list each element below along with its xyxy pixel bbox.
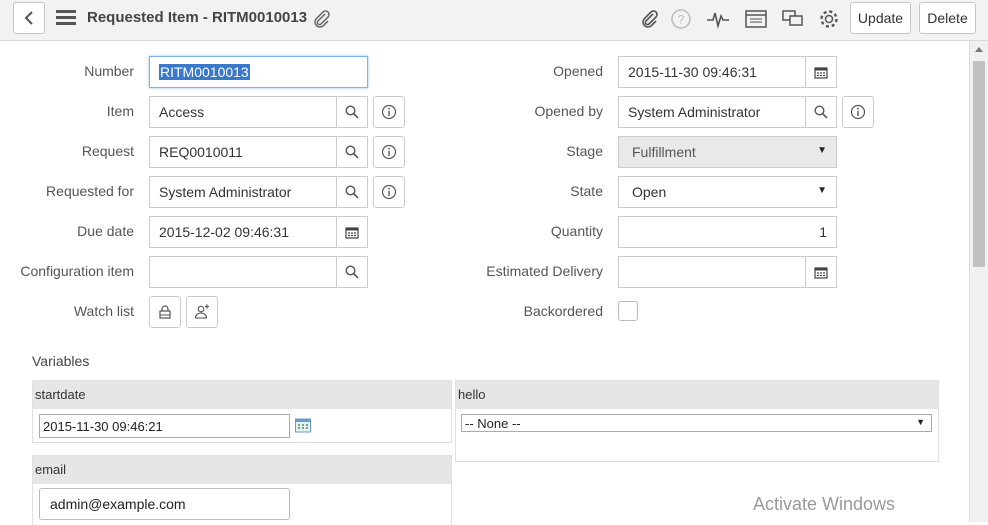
startdate-label: startdate <box>33 381 451 409</box>
state-select[interactable]: Open ▼ <box>618 176 837 208</box>
due-date-calendar-button[interactable] <box>336 216 368 248</box>
email-label: email <box>33 456 451 484</box>
dropdown-arrow-icon: ▼ <box>916 417 925 427</box>
estimated-delivery-calendar-button[interactable] <box>805 256 837 288</box>
request-lookup-button[interactable] <box>336 136 368 168</box>
backordered-label: Backordered <box>523 303 603 319</box>
search-icon <box>345 145 359 159</box>
requested-for-label: Requested for <box>46 183 134 199</box>
due-date-label: Due date <box>77 223 134 239</box>
opened-label: Opened <box>553 63 603 79</box>
gear-icon[interactable] <box>816 6 842 32</box>
paperclip-icon[interactable] <box>309 6 335 32</box>
activate-windows-watermark: Activate Windows <box>753 494 896 514</box>
opened-by-info-button[interactable] <box>842 96 874 128</box>
chevron-left-icon <box>24 11 33 25</box>
startdate-variable: startdate 2015-11-30 09:46:21 <box>32 380 452 443</box>
delete-button[interactable]: Delete <box>919 2 976 34</box>
search-icon <box>345 185 359 199</box>
request-field[interactable]: REQ0010011 <box>149 136 337 168</box>
info-icon <box>381 184 397 200</box>
due-date-field[interactable]: 2015-12-02 09:46:31 <box>149 216 337 248</box>
item-field[interactable]: Access <box>149 96 337 128</box>
request-info-button[interactable] <box>373 136 405 168</box>
opened-by-lookup-button[interactable] <box>805 96 837 128</box>
watch-list-add-me-button[interactable] <box>186 296 218 328</box>
request-label: Request <box>81 143 134 159</box>
calendar-icon <box>345 226 359 239</box>
hello-value: -- None -- <box>465 415 521 431</box>
help-icon[interactable]: ? <box>668 6 694 32</box>
startdate-input[interactable]: 2015-11-30 09:46:21 <box>39 414 290 438</box>
estimated-delivery-label: Estimated Delivery <box>486 263 603 279</box>
search-icon <box>345 105 359 119</box>
estimated-delivery-field[interactable] <box>618 256 806 288</box>
dropdown-arrow-icon: ▼ <box>817 185 827 196</box>
templates-icon[interactable] <box>743 6 769 32</box>
info-icon <box>381 144 397 160</box>
lock-icon <box>159 305 171 319</box>
requested-for-field[interactable]: System Administrator <box>149 176 337 208</box>
chat-icon[interactable] <box>780 6 806 32</box>
hello-label: hello <box>456 381 938 409</box>
number-field[interactable]: RITM0010013 <box>149 56 368 88</box>
hello-select[interactable]: -- None -- ▼ <box>461 414 932 432</box>
back-button[interactable] <box>13 2 45 34</box>
state-label: State <box>570 183 603 199</box>
requested-for-lookup-button[interactable] <box>336 176 368 208</box>
state-value: Open <box>632 184 667 200</box>
activity-icon[interactable] <box>705 6 731 32</box>
quantity-label: Quantity <box>550 223 603 239</box>
calendar-icon <box>814 266 828 279</box>
add-user-icon <box>194 304 209 319</box>
info-icon <box>850 104 866 120</box>
calendar-icon <box>814 66 828 79</box>
requested-for-info-button[interactable] <box>373 176 405 208</box>
opened-field[interactable]: 2015-11-30 09:46:31 <box>618 56 806 88</box>
item-lookup-button[interactable] <box>336 96 368 128</box>
configuration-item-label: Configuration item <box>20 263 134 279</box>
email-input[interactable]: admin@example.com <box>39 488 290 520</box>
scrollbar-thumb[interactable] <box>973 61 985 267</box>
watch-list-label: Watch list <box>73 303 134 319</box>
scroll-up-arrow-icon[interactable] <box>975 47 983 52</box>
attachment-icon[interactable] <box>637 6 663 32</box>
search-icon <box>814 105 828 119</box>
item-label: Item <box>106 103 134 119</box>
dropdown-arrow-icon: ▼ <box>817 145 827 156</box>
stage-label: Stage <box>566 143 603 159</box>
watch-list-lock-button[interactable] <box>149 296 181 328</box>
number-label: Number <box>84 63 134 79</box>
info-icon <box>381 104 397 120</box>
configuration-item-field[interactable] <box>149 256 337 288</box>
stage-value: Fulfillment <box>632 144 696 160</box>
svg-text:?: ? <box>678 13 685 27</box>
vertical-scrollbar[interactable] <box>969 41 988 522</box>
number-value: RITM0010013 <box>159 64 250 80</box>
backordered-checkbox[interactable] <box>618 301 638 321</box>
opened-calendar-button[interactable] <box>805 56 837 88</box>
opened-by-label: Opened by <box>534 103 604 119</box>
stage-select[interactable]: Fulfillment ▼ <box>618 136 837 168</box>
hello-variable: hello -- None -- ▼ <box>455 380 939 462</box>
quantity-field[interactable]: 1 <box>618 216 837 248</box>
opened-by-field[interactable]: System Administrator <box>618 96 806 128</box>
form-header: Requested Item - RITM0010013 ? Update De… <box>0 0 988 41</box>
email-variable: email admin@example.com <box>32 455 452 525</box>
hamburger-menu-icon[interactable] <box>56 10 76 26</box>
variables-section-title: Variables <box>32 353 90 369</box>
page-title: Requested Item - RITM0010013 <box>87 9 308 26</box>
configuration-item-lookup-button[interactable] <box>336 256 368 288</box>
calendar-icon[interactable] <box>295 418 311 436</box>
update-button[interactable]: Update <box>850 2 911 34</box>
search-icon <box>345 265 359 279</box>
item-info-button[interactable] <box>373 96 405 128</box>
